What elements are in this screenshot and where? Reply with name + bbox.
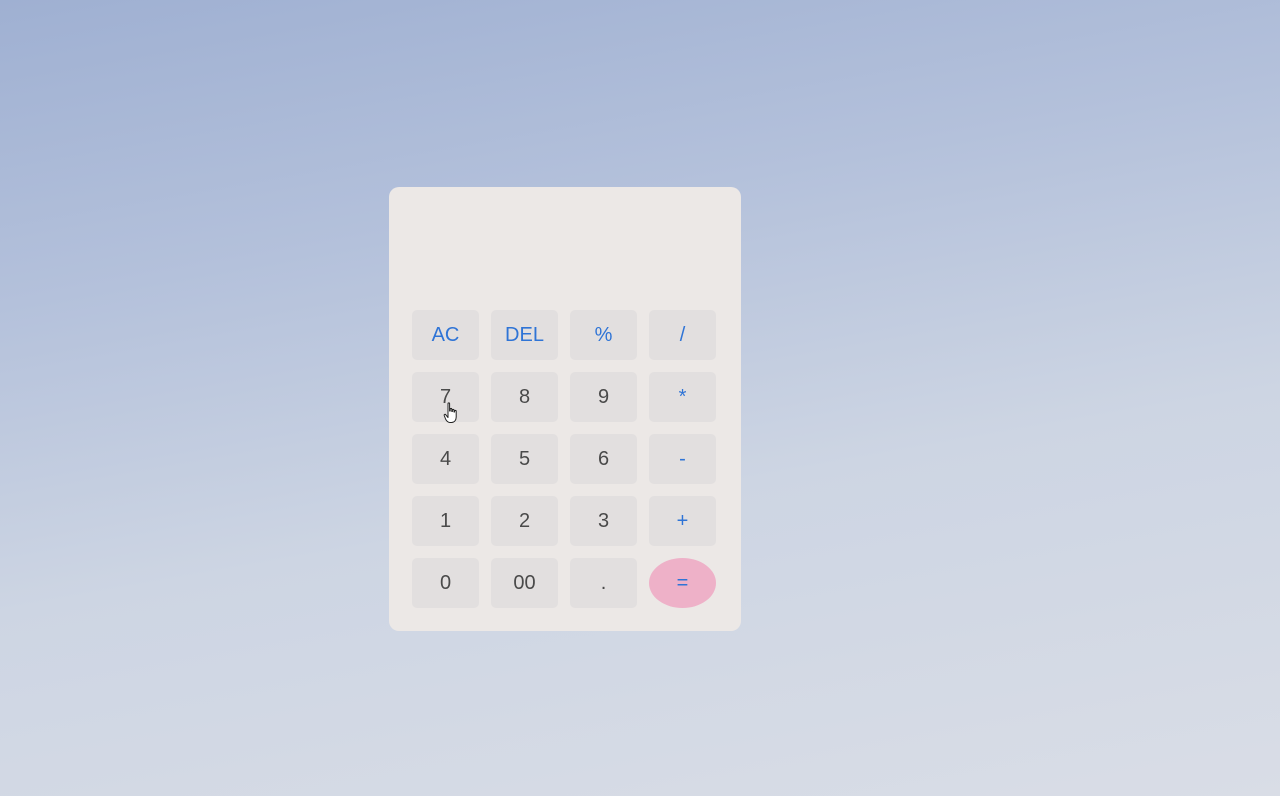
equals-button[interactable]: = <box>649 558 716 608</box>
digit-7-button[interactable]: 7 <box>412 372 479 422</box>
digit-8-button[interactable]: 8 <box>491 372 558 422</box>
digit-5-button[interactable]: 5 <box>491 434 558 484</box>
digit-1-button[interactable]: 1 <box>412 496 479 546</box>
subtract-button[interactable]: - <box>649 434 716 484</box>
digit-0-button[interactable]: 0 <box>412 558 479 608</box>
digit-2-button[interactable]: 2 <box>491 496 558 546</box>
digit-3-button[interactable]: 3 <box>570 496 637 546</box>
digit-9-button[interactable]: 9 <box>570 372 637 422</box>
multiply-button[interactable]: * <box>649 372 716 422</box>
all-clear-button[interactable]: AC <box>412 310 479 360</box>
digit-6-button[interactable]: 6 <box>570 434 637 484</box>
double-zero-button[interactable]: 00 <box>491 558 558 608</box>
divide-button[interactable]: / <box>649 310 716 360</box>
calculator-display[interactable] <box>411 205 723 297</box>
digit-4-button[interactable]: 4 <box>412 434 479 484</box>
add-button[interactable]: + <box>649 496 716 546</box>
percent-button[interactable]: % <box>570 310 637 360</box>
decimal-point-button[interactable]: . <box>570 558 637 608</box>
calculator: AC DEL % / 7 8 9 * 4 5 6 - 1 2 3 + 0 00 … <box>389 187 741 631</box>
keypad: AC DEL % / 7 8 9 * 4 5 6 - 1 2 3 + 0 00 … <box>412 310 716 608</box>
delete-button[interactable]: DEL <box>491 310 558 360</box>
